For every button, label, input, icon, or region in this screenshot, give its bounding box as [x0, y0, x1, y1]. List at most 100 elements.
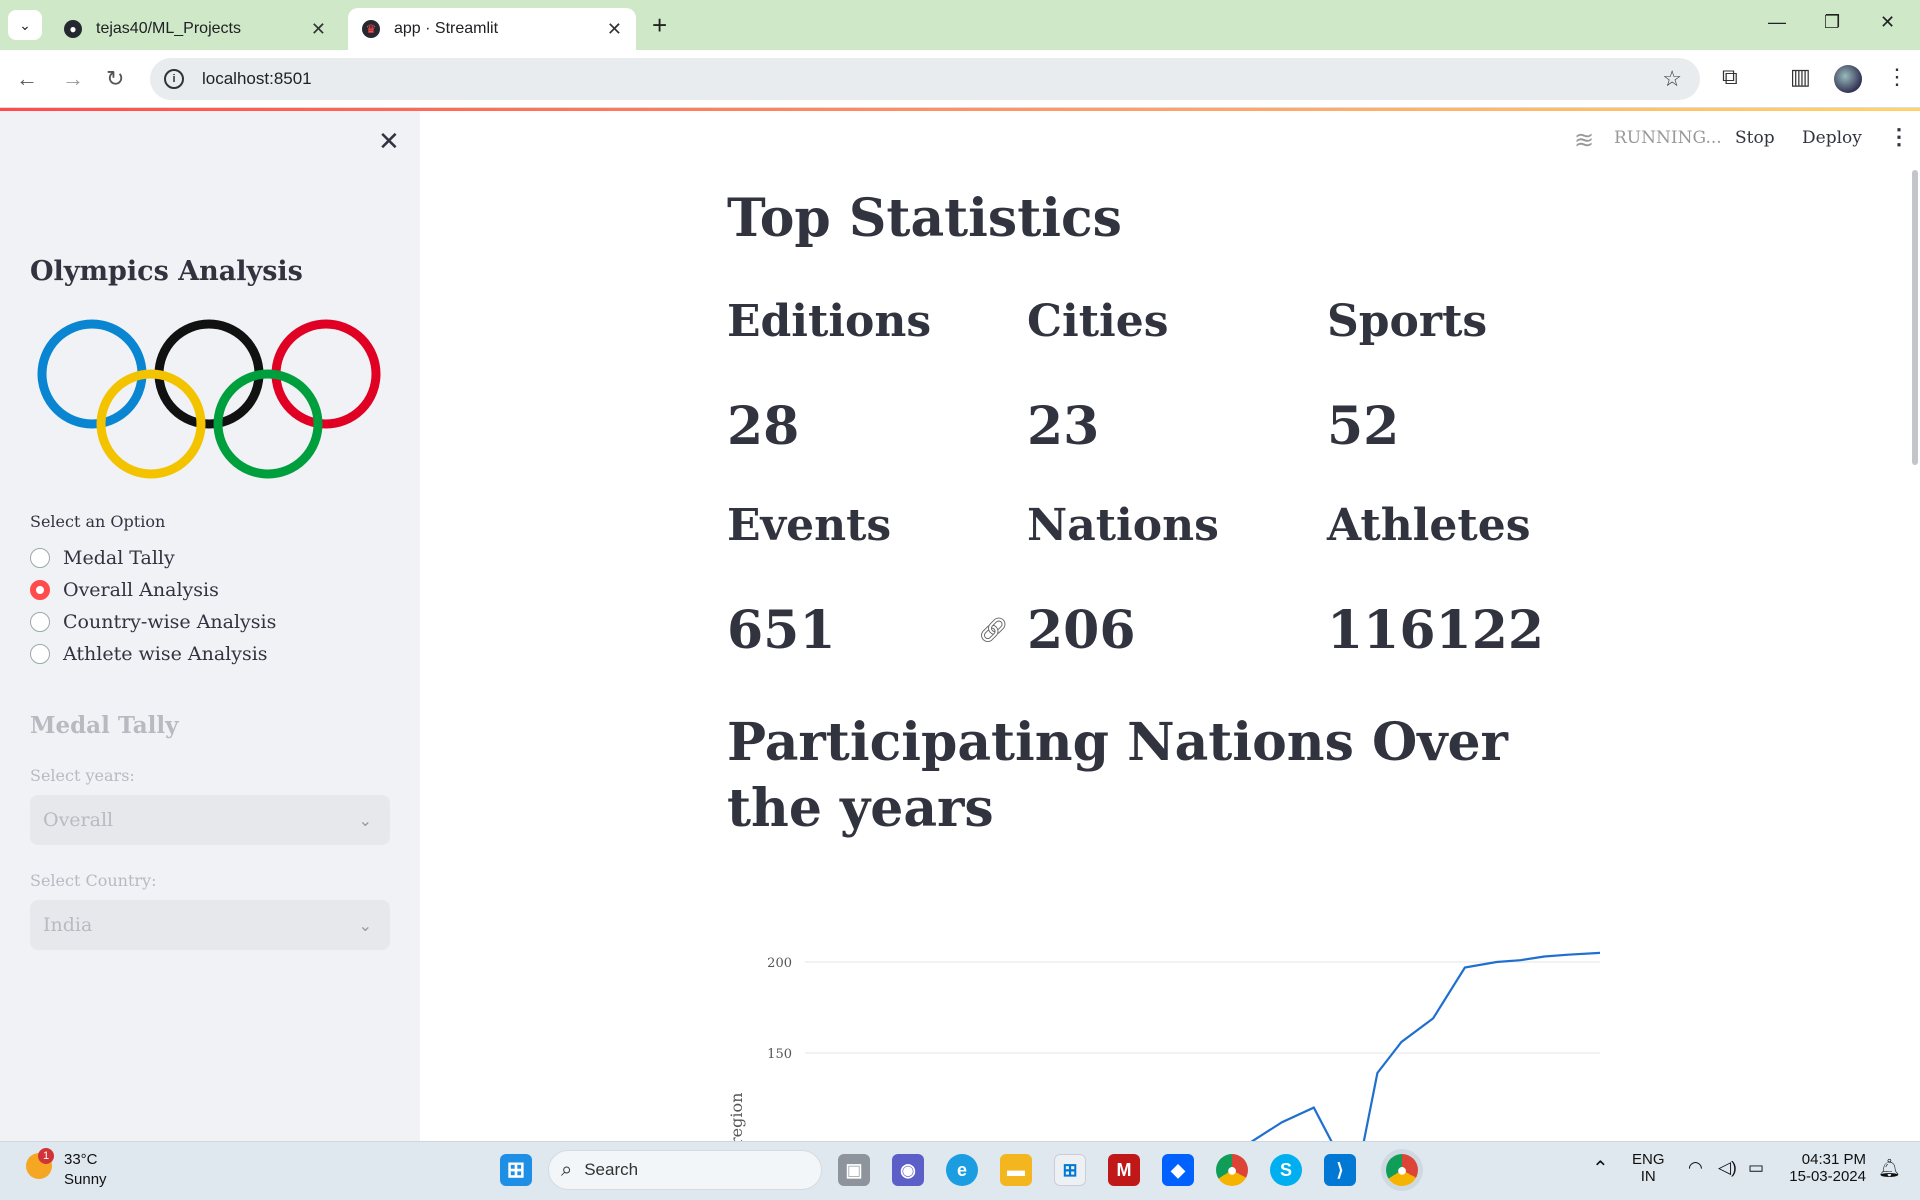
page-title: Top Statistics [727, 188, 1122, 249]
y-axis-label: region [727, 1093, 746, 1141]
address-bar[interactable]: i localhost:8501 ☆ [150, 58, 1700, 100]
browser-tab-strip: ⌄ ● tejas40/ML_Projects ✕ ♛ app · Stream… [0, 0, 1920, 50]
skype-icon[interactable]: S [1270, 1154, 1302, 1186]
radio-label: Athlete wise Analysis [63, 643, 268, 665]
battery-icon[interactable]: ▭ [1748, 1158, 1764, 1178]
minimize-icon[interactable]: — [1768, 12, 1786, 33]
stat-label-athletes: Athletes [1327, 500, 1531, 551]
tab-title: tejas40/ML_Projects [96, 20, 241, 37]
weather-badge: 1 [38, 1148, 54, 1164]
y-tick-150: 150 [767, 1047, 792, 1062]
store-icon[interactable]: ⊞ [1054, 1154, 1086, 1186]
select-years-value: Overall [43, 809, 114, 831]
chart-heading: Participating Nations Over the years [727, 712, 1508, 839]
new-tab-button[interactable]: + [652, 10, 667, 41]
tab-streamlit[interactable]: ♛ app · Streamlit ✕ [348, 8, 636, 50]
stat-value-editions: 28 [727, 396, 800, 457]
teams-icon[interactable]: ◉ [892, 1154, 924, 1186]
bookmark-star-icon[interactable]: ☆ [1662, 66, 1682, 92]
chevron-down-icon: ⌄ [358, 810, 372, 830]
option-label: Select an Option [30, 512, 166, 531]
stat-label-cities: Cities [1027, 296, 1169, 347]
notification-bell-icon[interactable]: 🔔︎ [1878, 1158, 1901, 1179]
tab-title: app · Streamlit [394, 20, 499, 37]
task-view-icon[interactable]: ▣ [838, 1154, 870, 1186]
mcafee-icon[interactable]: M [1108, 1154, 1140, 1186]
select-years-dropdown[interactable]: Overall ⌄ [30, 795, 390, 845]
anchor-link-icon[interactable]: 🔗︎ [978, 616, 1008, 645]
chrome-icon[interactable]: ● [1216, 1154, 1248, 1186]
tab-search-button[interactable]: ⌄ [8, 10, 42, 40]
radio-country-wise-analysis[interactable]: Country-wise Analysis [30, 611, 276, 633]
forward-icon[interactable]: → [62, 66, 84, 92]
close-window-icon[interactable]: ✕ [1880, 12, 1895, 33]
stat-label-editions: Editions [727, 296, 932, 347]
stat-value-cities: 23 [1027, 396, 1100, 457]
weather-desc: Sunny [64, 1171, 107, 1188]
sidebar-title: Olympics Analysis [30, 256, 303, 287]
volume-icon[interactable]: ◁) [1718, 1158, 1737, 1178]
close-sidebar-icon[interactable]: ✕ [378, 126, 400, 157]
radio-label: Overall Analysis [63, 579, 219, 601]
select-years-label: Select years: [30, 766, 135, 785]
radio-label: Country-wise Analysis [63, 611, 277, 633]
vscode-icon[interactable]: ⟩ [1324, 1154, 1356, 1186]
radio-athlete-wise-analysis[interactable]: Athlete wise Analysis [30, 643, 268, 665]
weather-temp: 33°C [64, 1151, 98, 1168]
profile-avatar[interactable] [1834, 65, 1862, 93]
radio-label: Medal Tally [63, 547, 175, 569]
chevron-down-icon: ⌄ [358, 915, 372, 935]
running-swimmer-icon: ≋ [1574, 127, 1595, 154]
main-menu-icon[interactable]: ⋮ [1888, 124, 1910, 150]
select-country-label: Select Country: [30, 871, 157, 890]
edge-icon[interactable]: e [946, 1154, 978, 1186]
search-icon: ⌕ [561, 1158, 573, 1181]
extensions-icon[interactable]: ⧉ [1722, 64, 1738, 90]
url-text: localhost:8501 [202, 69, 312, 88]
radio-button[interactable] [30, 612, 50, 632]
olympic-rings-logo [37, 319, 381, 479]
select-country-value: India [43, 914, 93, 936]
stat-label-nations: Nations [1027, 500, 1219, 551]
radio-overall-analysis[interactable]: Overall Analysis [30, 579, 219, 601]
dropbox-icon[interactable]: ◆ [1162, 1154, 1194, 1186]
taskbar-search[interactable]: ⌕ Search [548, 1150, 822, 1190]
stat-label-sports: Sports [1327, 296, 1488, 347]
clock[interactable]: 04:31 PM 15-03-2024 [1786, 1151, 1866, 1185]
lang-primary: ENG [1632, 1151, 1665, 1168]
browser-menu-icon[interactable]: ⋮ [1886, 64, 1908, 90]
lang-secondary: IN [1640, 1168, 1656, 1185]
main-scrollbar[interactable] [1912, 170, 1918, 465]
radio-button[interactable] [30, 548, 50, 568]
wifi-icon[interactable]: ◠ [1688, 1158, 1703, 1178]
taskbar-search-label: Search [584, 1160, 639, 1179]
language-indicator[interactable]: ENG IN [1632, 1151, 1665, 1185]
select-country-dropdown[interactable]: India ⌄ [30, 900, 390, 950]
windows-start-icon[interactable]: ⊞ [500, 1154, 532, 1186]
back-icon[interactable]: ← [16, 66, 38, 92]
radio-button[interactable] [30, 644, 50, 664]
restore-icon[interactable]: ❐ [1824, 12, 1840, 33]
stat-value-nations: 206 [1027, 600, 1136, 661]
deploy-button[interactable]: Deploy [1802, 128, 1862, 148]
running-status: RUNNING... [1614, 128, 1722, 148]
tab-github[interactable]: ● tejas40/ML_Projects ✕ [50, 8, 340, 50]
streamlit-icon: ♛ [362, 20, 380, 38]
close-icon[interactable]: ✕ [311, 19, 326, 40]
y-tick-200: 200 [767, 956, 792, 971]
clock-date: 15-03-2024 [1789, 1168, 1866, 1185]
radio-button-selected[interactable] [30, 580, 50, 600]
stop-button[interactable]: Stop [1735, 128, 1775, 148]
site-info-icon[interactable]: i [164, 69, 184, 89]
chrome-active-icon[interactable]: ● [1386, 1154, 1418, 1186]
participating-nations-chart[interactable]: 200 150 region [720, 930, 1620, 1141]
radio-medal-tally[interactable]: Medal Tally [30, 547, 175, 569]
reload-icon[interactable]: ↻ [106, 66, 124, 92]
sidepanel-icon[interactable]: ▥ [1790, 64, 1811, 90]
close-icon[interactable]: ✕ [607, 19, 622, 40]
stat-value-athletes: 116122 [1327, 600, 1545, 661]
file-explorer-icon[interactable]: ▬ [1000, 1154, 1032, 1186]
stat-label-events: Events [727, 500, 892, 551]
tray-overflow-icon[interactable]: ⌃ [1592, 1156, 1609, 1181]
clock-time: 04:31 PM [1801, 1151, 1866, 1168]
